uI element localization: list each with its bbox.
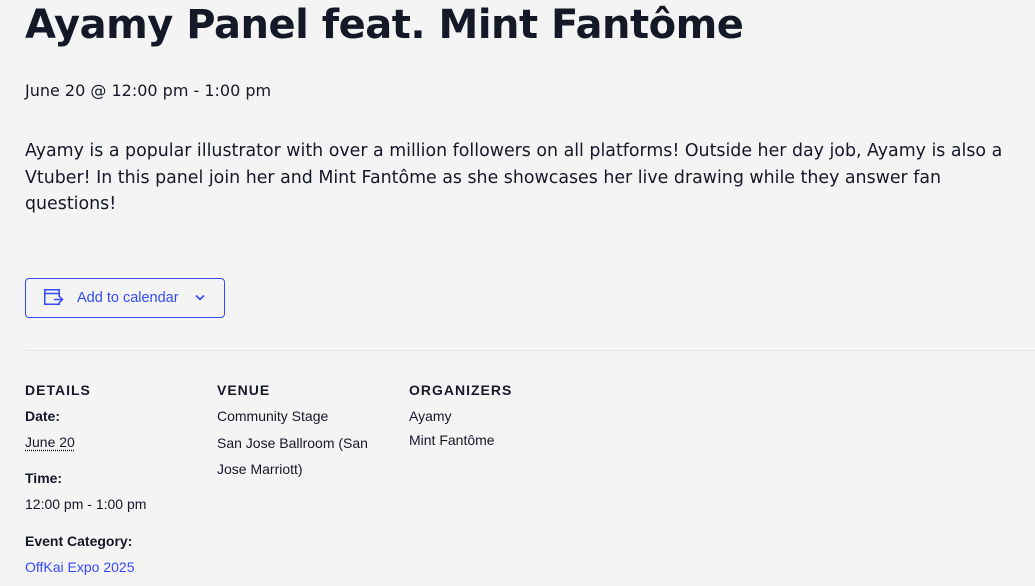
time-value: 12:00 pm - 1:00 pm: [25, 496, 147, 512]
add-to-calendar-button[interactable]: Add to calendar: [25, 278, 225, 318]
organizers-section: ORGANIZERS Ayamy Mint Fantôme: [409, 380, 609, 460]
event-category-label: Event Category:: [25, 533, 133, 549]
calendar-export-icon: [44, 289, 64, 305]
details-heading: DETAILS: [25, 382, 91, 398]
event-category-link[interactable]: OffKai Expo 2025: [25, 558, 134, 576]
date-value: June 20: [25, 434, 75, 450]
organizer-item: Mint Fantôme: [409, 432, 495, 448]
venue-section: VENUE Community Stage San Jose Ballroom …: [217, 380, 397, 500]
organizers-heading: ORGANIZERS: [409, 382, 513, 398]
date-label: Date:: [25, 408, 61, 424]
venue-heading: VENUE: [217, 382, 271, 398]
time-label: Time:: [25, 470, 63, 486]
venue-address-line-2: Jose Marriott): [217, 461, 303, 477]
section-divider: [25, 350, 1035, 351]
organizer-item: Ayamy: [409, 408, 452, 424]
venue-name: Community Stage: [217, 408, 329, 424]
chevron-down-icon[interactable]: [195, 294, 205, 301]
event-title: Ayamy Panel feat. Mint Fantôme: [25, 2, 744, 48]
event-datetime: June 20 @ 12:00 pm - 1:00 pm: [25, 81, 272, 100]
add-to-calendar-label: Add to calendar: [77, 290, 179, 306]
venue-address-line-1: San Jose Ballroom (San: [217, 435, 368, 451]
details-section: DETAILS Date: June 20 Time: 12:00 pm - 1…: [25, 380, 205, 580]
event-description: Ayamy is a popular illustrator with over…: [25, 141, 1003, 214]
